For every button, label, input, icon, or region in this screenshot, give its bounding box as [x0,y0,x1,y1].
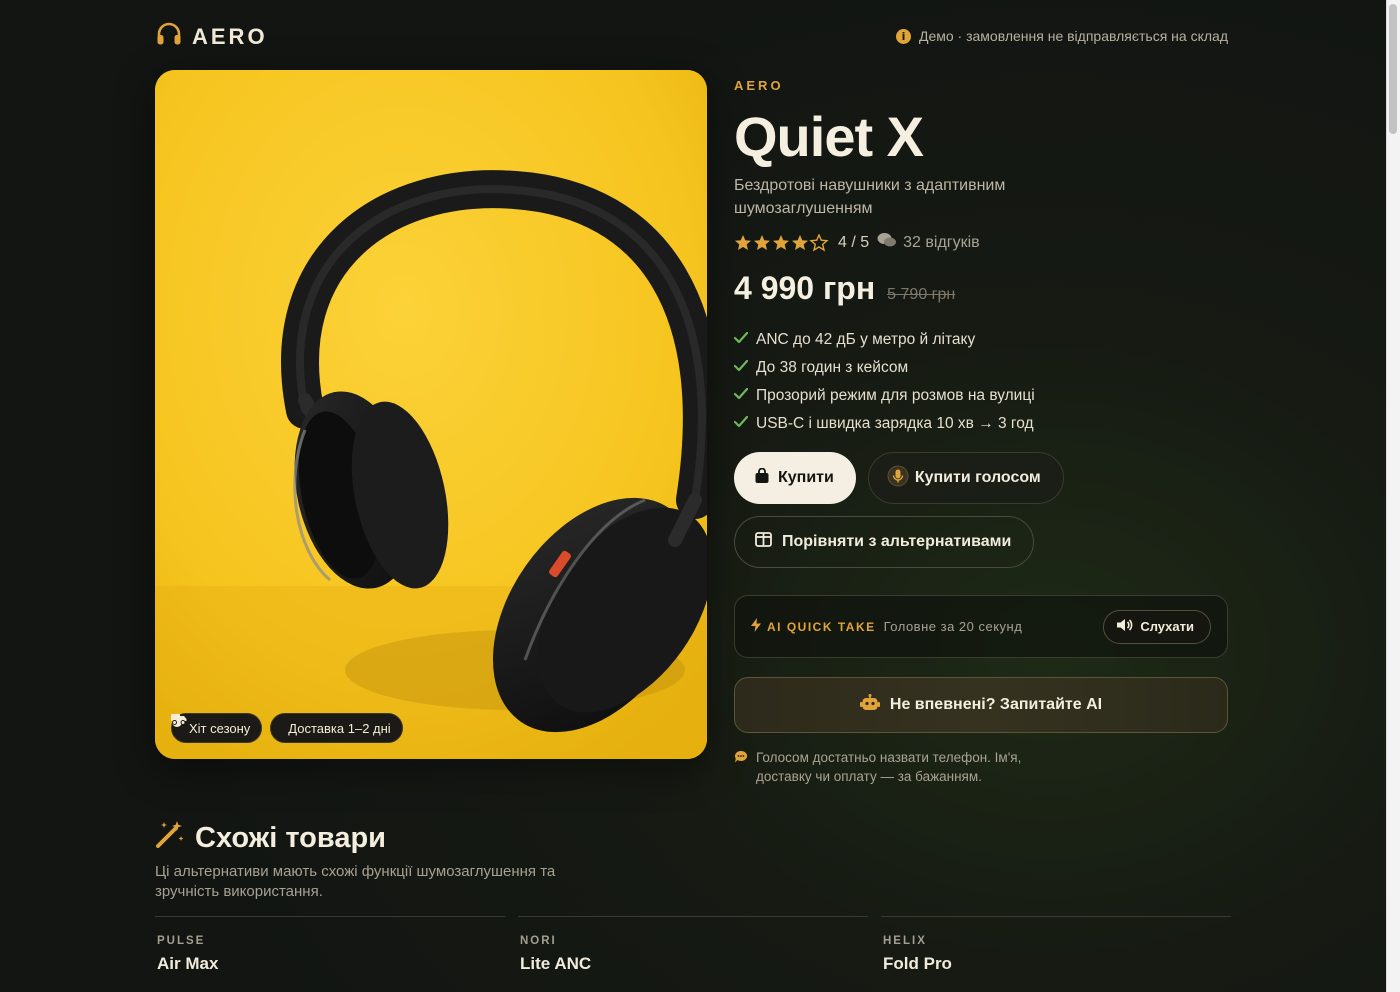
speech-bubble-icon [734,748,748,786]
similar-products-heading: Схожі товари [155,820,1231,856]
check-icon [733,359,749,377]
image-badges: Хіт сезону Доставка 1–2 дні [171,713,403,743]
purchase-actions: Купити Купити голосом [734,452,1064,504]
voice-note-text: Голосом достатньо назвати телефон. Ім'я,… [756,750,1022,784]
lightning-icon [751,618,761,635]
feature-text: ANC до 42 дБ у метро й літаку [756,331,976,348]
rating-stars [734,233,830,252]
check-icon [733,415,749,433]
voice-buy-button[interactable]: Купити голосом [867,452,1064,504]
product-card[interactable]: PULSE Air Max [155,916,505,974]
card-brand: HELIX [883,935,927,947]
product-brand: AERO [734,78,784,93]
rating-value: 4 / 5 [838,233,870,251]
microphone-icon [887,465,909,492]
badge-delivery: Доставка 1–2 дні [171,713,403,743]
rating: 4 / 5 32 відгуків [734,232,980,253]
similar-products-description: Ці альтернативи мають схожі функції шумо… [155,863,556,900]
check-icon [733,331,749,349]
feature-text: USB-C і швидка зарядка 10 хв → 3 год [756,415,1034,432]
voice-order-note: Голосом достатньо назвати телефон. Ім'я,… [734,748,1064,786]
feature-text: До 38 годин з кейсом [756,359,909,376]
headphones-logo-icon [156,22,182,51]
headphones-photo [155,70,707,759]
listen-button[interactable]: Слухати [1103,609,1211,644]
shopping-bag-icon [754,467,770,489]
ai-quick-take-title: AI QUICK TAKE [767,619,876,634]
buy-button-label: Купити [778,469,834,486]
compare-button[interactable]: Порівняти з альтернативами [734,516,1035,568]
demo-notice-text: Демо · замовлення не відправляється на с… [918,28,1228,44]
feature-item: ANC до 42 дБ у метро й літаку [733,326,1035,354]
product-image: Хіт сезону Доставка 1–2 дні [155,70,707,759]
ai-quick-take-label: AI QUICK TAKE [751,618,876,635]
price-row: 4 990 грн 5 790 грн [734,270,955,307]
logo[interactable]: AERO [156,22,268,51]
product-card[interactable]: NORI Lite ANC [518,916,868,974]
badge-label: Доставка 1–2 дні [288,720,391,736]
scrollbar-thumb[interactable] [1389,4,1397,134]
feature-item: Прозорий режим для розмов на вулиці [733,382,1035,410]
scrollbar-track[interactable] [1386,0,1400,992]
voice-buy-label: Купити голосом [914,469,1041,486]
star-icons [735,233,829,251]
magic-wand-icon [155,820,185,856]
product-subtitle: Бездротові навушники з адаптивним шумоза… [734,177,1006,217]
similar-products: Схожі товари Ці альтернативи мають схожі… [155,820,1231,973]
robot-icon [859,693,880,717]
card-name: Fold Pro [883,954,952,973]
similar-products-list: PULSE Air Max NORI Lite ANC HELIX Fold P… [155,916,1231,974]
card-brand: PULSE [157,935,206,947]
feature-list: ANC до 42 дБ у метро й літаку До 38 годи… [733,326,1035,438]
check-icon [733,387,749,405]
card-brand: NORI [520,935,557,947]
product-card[interactable]: HELIX Fold Pro [881,916,1231,974]
logo-text: AERO [192,23,268,49]
card-name: Air Max [157,954,219,973]
old-price: 5 790 грн [887,286,956,303]
card-name: Lite ANC [520,954,592,973]
chat-bubbles-icon [877,232,897,253]
ask-ai-label: Не впевнені? Запитайте AI [889,696,1103,713]
feature-item: До 38 годин з кейсом [733,354,1035,382]
similar-products-title: Схожі товари [195,821,387,854]
badge-label: Хіт сезону [189,720,251,736]
ai-quick-take: AI QUICK TAKE Головне за 20 секунд Слуха… [734,595,1228,658]
ask-ai-button[interactable]: Не впевнені? Запитайте AI [734,677,1228,733]
buy-button[interactable]: Купити [734,452,856,504]
header: AERO i Демо · замовлення не відправляєть… [156,22,1228,52]
ai-quick-take-subtitle: Головне за 20 секунд [883,619,1023,634]
reviews-count: 32 відгуків [903,233,980,251]
feature-item: USB-C і швидка зарядка 10 хв → 3 год [733,410,1035,438]
compare-button-label: Порівняти з альтернативами [782,533,1012,550]
listen-button-label: Слухати [1140,619,1194,634]
product-title: Quiet X [734,105,924,168]
reviews-link[interactable]: 32 відгуків [877,232,980,253]
current-price: 4 990 грн [734,270,876,306]
feature-text: Прозорий режим для розмов на вулиці [756,387,1035,404]
info-icon: i [895,28,911,44]
compare-columns-icon [755,532,772,552]
demo-notice: i Демо · замовлення не відправляється на… [895,28,1228,44]
speaker-icon [1116,618,1134,635]
